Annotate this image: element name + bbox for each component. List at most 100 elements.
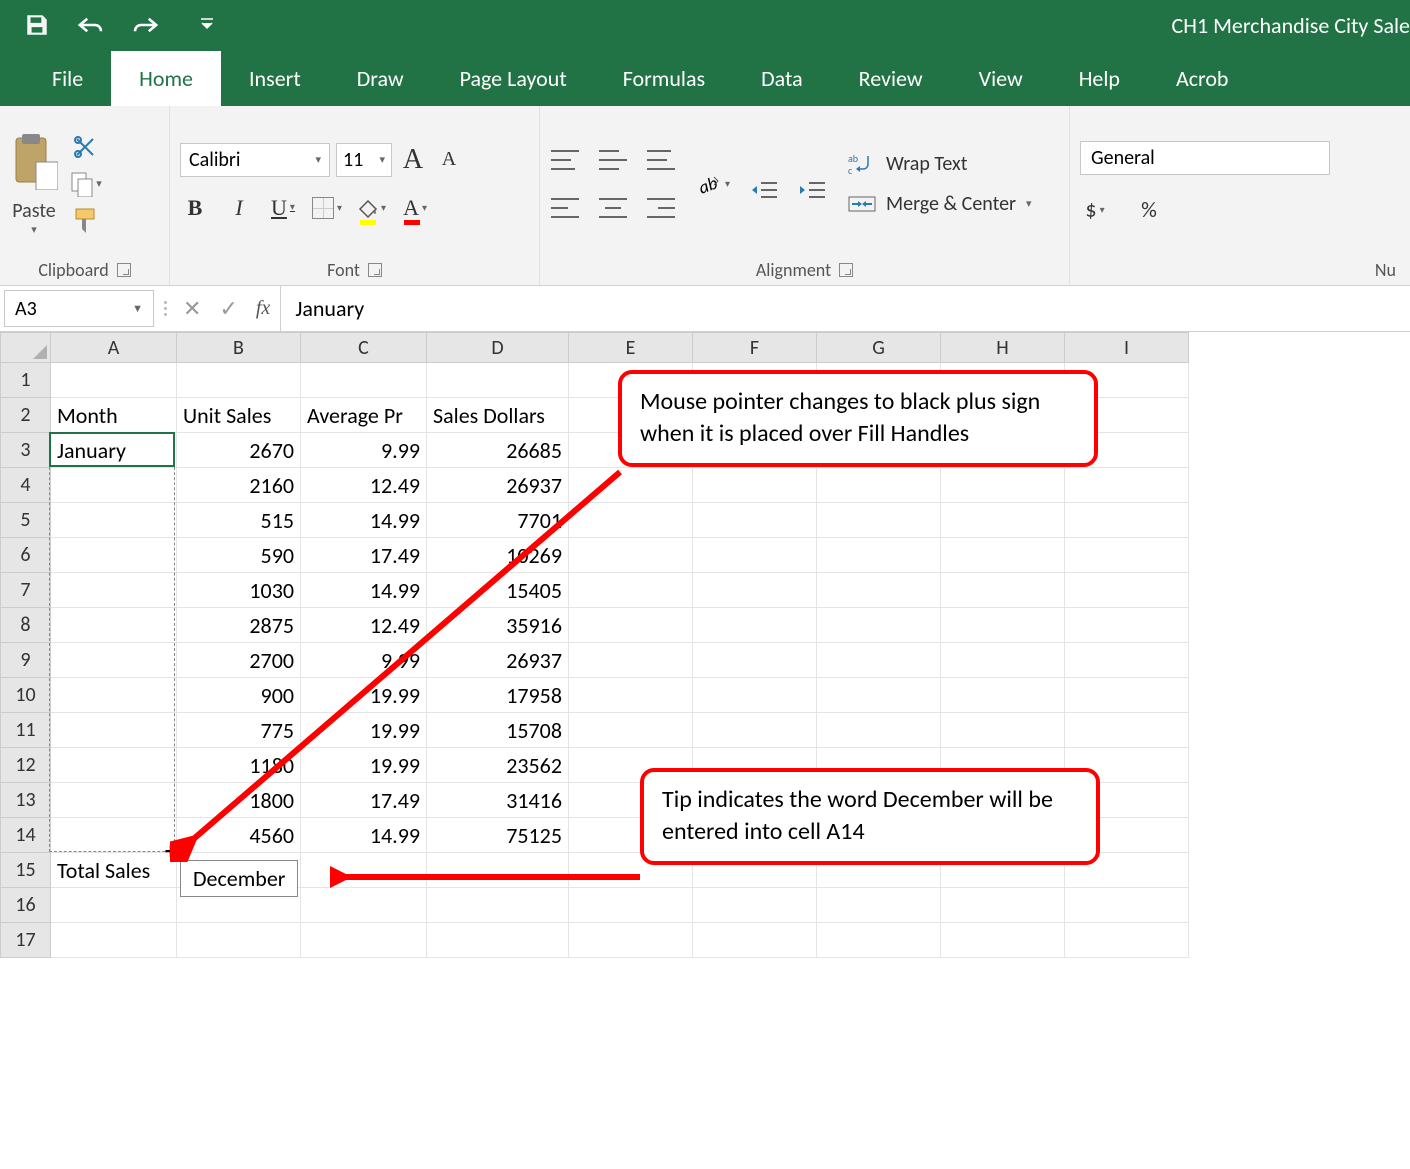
formula-bar-splitter[interactable] xyxy=(164,301,167,316)
cell[interactable] xyxy=(1065,678,1189,713)
cell[interactable]: 1030 xyxy=(177,573,301,608)
cell[interactable] xyxy=(51,888,177,923)
cell[interactable]: 19.99 xyxy=(301,678,427,713)
align-left-button[interactable] xyxy=(550,191,580,225)
cell[interactable] xyxy=(817,503,941,538)
cut-button[interactable] xyxy=(70,134,102,162)
cell[interactable] xyxy=(693,503,817,538)
tab-view[interactable]: View xyxy=(951,51,1051,106)
format-painter-button[interactable] xyxy=(70,206,102,234)
orientation-button[interactable]: ab xyxy=(696,167,730,201)
col-header-A[interactable]: A xyxy=(51,333,177,363)
row-header[interactable]: 3 xyxy=(1,433,51,468)
cell[interactable]: 19.99 xyxy=(301,748,427,783)
row-header[interactable]: 8 xyxy=(1,608,51,643)
cell[interactable] xyxy=(693,643,817,678)
cell[interactable] xyxy=(817,608,941,643)
cell[interactable]: 1180 xyxy=(177,748,301,783)
align-right-button[interactable] xyxy=(646,191,676,225)
cell[interactable] xyxy=(301,363,427,398)
cell[interactable] xyxy=(301,888,427,923)
cell[interactable] xyxy=(51,923,177,958)
row-header[interactable]: 12 xyxy=(1,748,51,783)
cell[interactable]: 31416 xyxy=(427,783,569,818)
cell[interactable] xyxy=(51,748,177,783)
font-name-select[interactable]: Calibri▾ xyxy=(180,143,330,177)
cell[interactable] xyxy=(569,608,693,643)
underline-button[interactable]: U xyxy=(268,191,298,225)
italic-button[interactable]: I xyxy=(224,191,254,225)
qat-customize-dropdown[interactable] xyxy=(188,7,226,43)
cell[interactable]: 14.99 xyxy=(301,573,427,608)
paste-dropdown[interactable]: ▾ xyxy=(31,223,37,236)
cell[interactable]: 1800 xyxy=(177,783,301,818)
cell[interactable]: January xyxy=(51,433,177,468)
cell[interactable] xyxy=(1065,468,1189,503)
align-center-button[interactable] xyxy=(598,191,628,225)
align-bottom-button[interactable] xyxy=(646,143,676,177)
cell[interactable]: 515 xyxy=(177,503,301,538)
row-header[interactable]: 10 xyxy=(1,678,51,713)
tab-review[interactable]: Review xyxy=(831,51,951,106)
cell[interactable] xyxy=(817,538,941,573)
cell[interactable] xyxy=(693,888,817,923)
cell[interactable]: 2670 xyxy=(177,433,301,468)
tab-insert[interactable]: Insert xyxy=(221,51,329,106)
cell[interactable] xyxy=(569,538,693,573)
cell[interactable] xyxy=(1065,538,1189,573)
col-header-D[interactable]: D xyxy=(427,333,569,363)
cell[interactable] xyxy=(941,888,1065,923)
cell[interactable]: 10269 xyxy=(427,538,569,573)
enter-formula-button[interactable]: ✓ xyxy=(219,295,237,322)
cell[interactable] xyxy=(693,608,817,643)
cell[interactable] xyxy=(941,573,1065,608)
decrease-font-button[interactable]: A xyxy=(434,143,464,177)
col-header-G[interactable]: G xyxy=(817,333,941,363)
cell[interactable] xyxy=(941,538,1065,573)
fill-color-button[interactable] xyxy=(356,191,386,225)
cell[interactable]: 9.99 xyxy=(301,643,427,678)
cell[interactable] xyxy=(177,923,301,958)
cell[interactable]: 12.49 xyxy=(301,468,427,503)
cell[interactable] xyxy=(941,713,1065,748)
cell[interactable]: 17.49 xyxy=(301,538,427,573)
percent-format-button[interactable]: % xyxy=(1134,193,1164,227)
clipboard-dialog-launcher[interactable] xyxy=(117,263,131,277)
cell[interactable] xyxy=(51,818,177,853)
cell[interactable] xyxy=(693,713,817,748)
cell[interactable] xyxy=(427,363,569,398)
row-header[interactable]: 6 xyxy=(1,538,51,573)
tab-page-layout[interactable]: Page Layout xyxy=(432,51,595,106)
cell[interactable]: 23562 xyxy=(427,748,569,783)
cell[interactable] xyxy=(427,888,569,923)
cell[interactable]: 14.99 xyxy=(301,503,427,538)
col-header-C[interactable]: C xyxy=(301,333,427,363)
cell[interactable] xyxy=(51,643,177,678)
cell[interactable] xyxy=(427,853,569,888)
cell[interactable]: 26937 xyxy=(427,468,569,503)
cell[interactable] xyxy=(569,888,693,923)
cell[interactable] xyxy=(1065,713,1189,748)
cell[interactable] xyxy=(817,468,941,503)
accounting-format-button[interactable]: $ xyxy=(1080,193,1110,227)
cell[interactable]: 4560 xyxy=(177,818,301,853)
col-header-F[interactable]: F xyxy=(693,333,817,363)
tab-formulas[interactable]: Formulas xyxy=(595,51,733,106)
merge-center-button[interactable]: Merge & Center ▾ xyxy=(848,192,1032,216)
number-format-select[interactable]: General xyxy=(1080,141,1330,175)
cell[interactable]: 35916 xyxy=(427,608,569,643)
cell[interactable] xyxy=(427,923,569,958)
tab-file[interactable]: File xyxy=(24,51,111,106)
cell[interactable] xyxy=(941,468,1065,503)
cancel-formula-button[interactable]: ✕ xyxy=(183,295,201,322)
cell[interactable] xyxy=(941,503,1065,538)
cell[interactable] xyxy=(177,363,301,398)
formula-input[interactable]: January xyxy=(281,286,1410,331)
cell[interactable] xyxy=(569,503,693,538)
cell[interactable] xyxy=(51,538,177,573)
cell[interactable] xyxy=(51,678,177,713)
cell[interactable] xyxy=(693,538,817,573)
select-all-corner[interactable] xyxy=(1,333,51,363)
cell[interactable] xyxy=(817,888,941,923)
col-header-H[interactable]: H xyxy=(941,333,1065,363)
